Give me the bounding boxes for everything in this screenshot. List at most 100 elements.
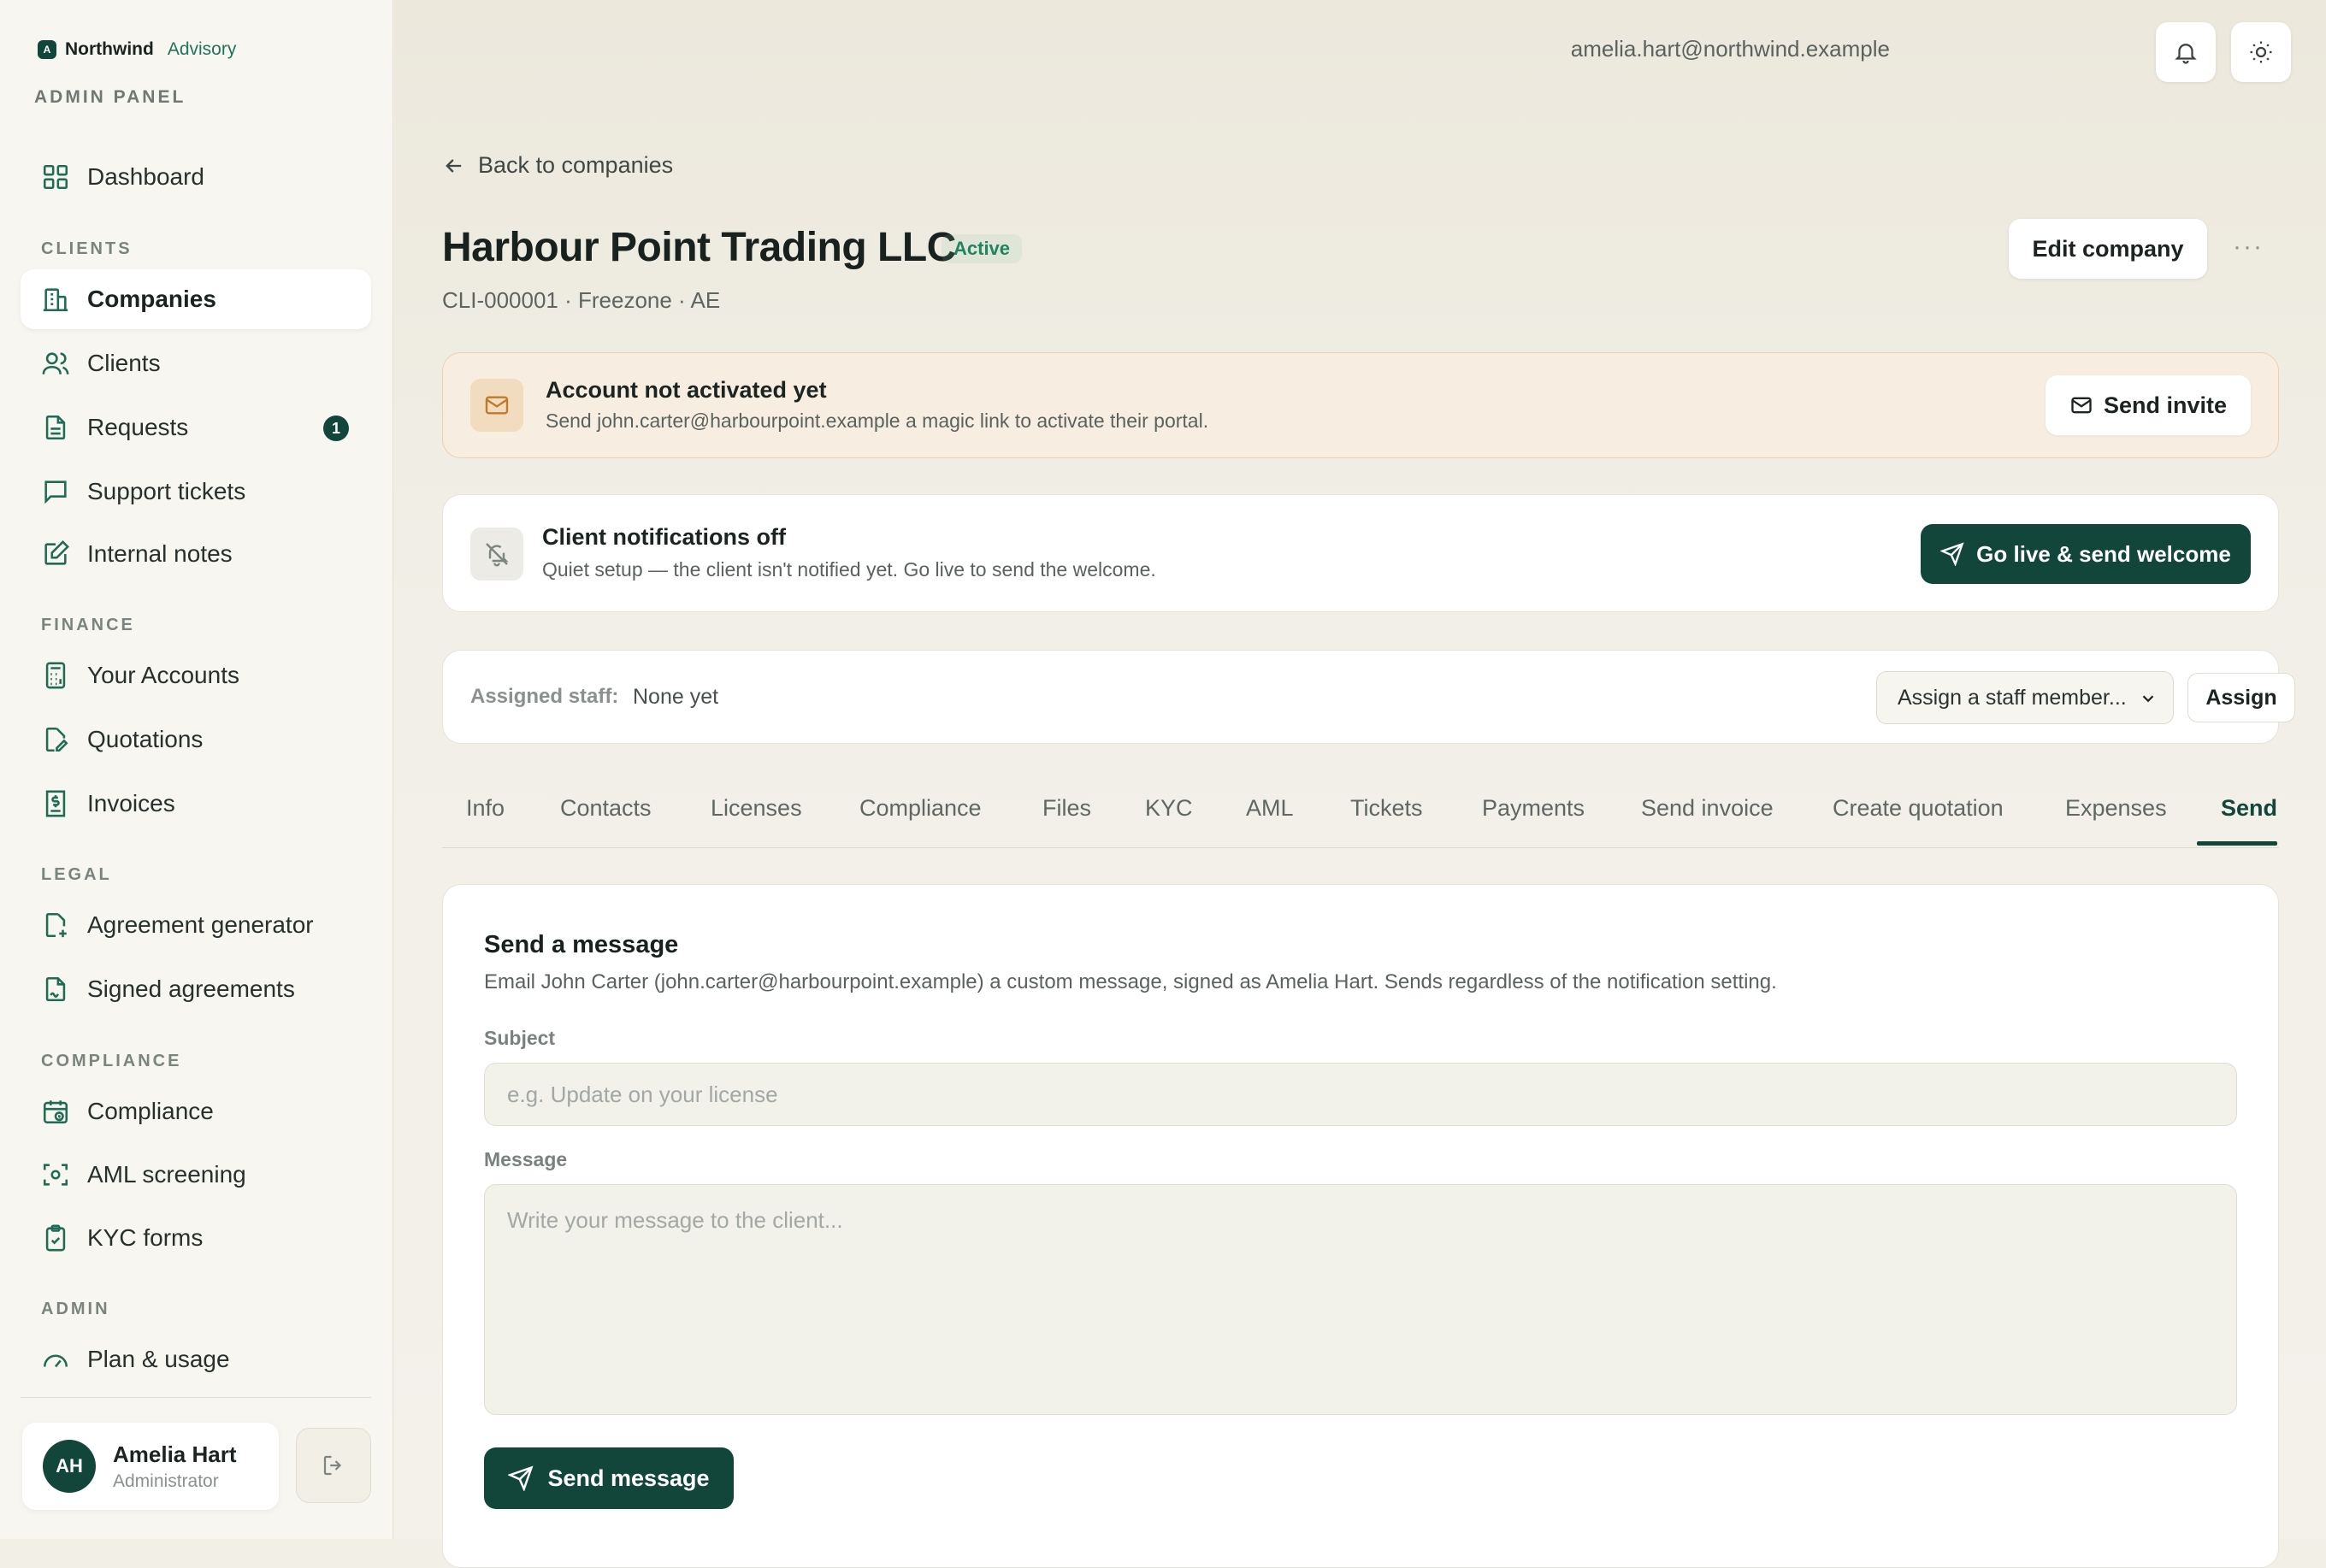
- file-signature-icon: [41, 975, 70, 1004]
- tab-tickets[interactable]: Tickets: [1350, 795, 1423, 822]
- calculator-icon: [41, 661, 70, 690]
- page-title: Harbour Point Trading LLC: [442, 225, 956, 270]
- sidebar-item-support-tickets[interactable]: Support tickets: [21, 462, 371, 522]
- tab-aml[interactable]: AML: [1246, 795, 1294, 822]
- sidebar-item-signed-agreements[interactable]: Signed agreements: [21, 959, 371, 1019]
- staff-select[interactable]: Assign a staff member...: [1876, 671, 2174, 724]
- sidebar-item-label: Clients: [87, 350, 161, 376]
- sidebar-item-label: Plan & usage: [87, 1346, 230, 1372]
- tab-send[interactable]: Send: [2221, 795, 2277, 822]
- sidebar-item-label: KYC forms: [87, 1224, 204, 1251]
- send-message-title: Send a message: [484, 931, 679, 958]
- sun-icon: [2248, 39, 2274, 65]
- main-content: amelia.hart@northwind.example Back to co…: [394, 0, 2326, 1568]
- back-to-companies-link[interactable]: Back to companies: [442, 152, 673, 179]
- send-message-description: Email John Carter (john.carter@harbourpo…: [484, 970, 1777, 993]
- sidebar-divider: [21, 1397, 371, 1398]
- edit-company-button[interactable]: Edit company: [2009, 219, 2207, 279]
- users-icon: [41, 349, 70, 378]
- message-label: Message: [484, 1148, 568, 1170]
- alert-title: Account not activated yet: [546, 377, 827, 403]
- sidebar-item-label: Dashboard: [87, 163, 204, 190]
- sidebar-item-plan-usage[interactable]: Plan & usage: [21, 1329, 371, 1389]
- avatar: AH: [43, 1440, 96, 1493]
- send-invite-button[interactable]: Send invite: [2046, 375, 2251, 435]
- sidebar-item-agreement-generator[interactable]: Agreement generator: [21, 895, 371, 955]
- brand-logo: A: [38, 40, 56, 59]
- subject-input[interactable]: [484, 1063, 2237, 1126]
- sidebar-item-label: Internal notes: [87, 540, 233, 567]
- back-link-label: Back to companies: [478, 152, 674, 178]
- dashboard-icon: [41, 162, 70, 192]
- notifications-text: Quiet setup — the client isn't notified …: [542, 558, 1156, 581]
- brand[interactable]: A Northwind Advisory: [38, 39, 236, 60]
- sidebar-item-label: Quotations: [87, 726, 204, 752]
- nav-section-finance: FINANCE: [41, 616, 135, 634]
- tab-send-invoice[interactable]: Send invoice: [1641, 795, 1774, 822]
- staff-select-value: Assign a staff member...: [1898, 685, 2127, 710]
- chevron-down-icon: [2139, 689, 2158, 708]
- sidebar-item-requests[interactable]: Requests 1: [21, 398, 371, 457]
- requests-count-badge: 1: [323, 416, 349, 441]
- sidebar: A Northwind Advisory ADMIN PANEL Dashboa…: [0, 0, 393, 1539]
- tab-payments[interactable]: Payments: [1482, 795, 1585, 822]
- send-message-label: Send message: [547, 1465, 710, 1491]
- send-icon: [508, 1465, 534, 1491]
- calendar-check-icon: [41, 1097, 70, 1126]
- logout-button[interactable]: [296, 1428, 371, 1503]
- go-live-label: Go live & send welcome: [1976, 540, 2231, 567]
- logout-icon: [321, 1453, 346, 1478]
- tab-licenses[interactable]: Licenses: [711, 795, 802, 822]
- building-icon: [41, 285, 70, 314]
- tab-expenses[interactable]: Expenses: [2065, 795, 2167, 822]
- more-options-button[interactable]: ···: [2233, 233, 2264, 262]
- assigned-staff-label: Assigned staff:: [470, 685, 619, 708]
- sidebar-item-internal-notes[interactable]: Internal notes: [21, 524, 371, 584]
- tab-contacts[interactable]: Contacts: [560, 795, 652, 822]
- sidebar-item-kyc-forms[interactable]: KYC forms: [21, 1208, 371, 1268]
- sidebar-item-label: Agreement generator: [87, 911, 314, 938]
- tab-create-quotation[interactable]: Create quotation: [1833, 795, 2004, 822]
- sidebar-item-compliance[interactable]: Compliance: [21, 1082, 371, 1141]
- company-meta: CLI-000001 · Freezone · AE: [442, 287, 721, 313]
- company-tabs: Info Contacts Licenses Compliance Files …: [442, 771, 2279, 848]
- sidebar-item-label: AML screening: [87, 1161, 246, 1188]
- assigned-staff-card: Assigned staff: None yet Assign a staff …: [442, 650, 2295, 744]
- sidebar-item-companies[interactable]: Companies: [21, 269, 371, 329]
- sidebar-item-invoices[interactable]: Invoices: [21, 774, 371, 834]
- notifications-card: Client notifications off Quiet setup — t…: [442, 494, 2279, 612]
- theme-toggle-button[interactable]: [2231, 22, 2291, 82]
- chat-icon: [41, 477, 70, 506]
- active-tab-indicator: [2197, 841, 2277, 846]
- sidebar-item-label: Invoices: [87, 790, 175, 816]
- sidebar-item-dashboard[interactable]: Dashboard: [21, 147, 371, 207]
- clipboard-icon: [41, 1223, 70, 1253]
- notifications-button[interactable]: [2156, 22, 2216, 82]
- sidebar-item-aml-screening[interactable]: AML screening: [21, 1145, 371, 1205]
- tab-info[interactable]: Info: [466, 795, 505, 822]
- go-live-button[interactable]: Go live & send welcome: [1921, 524, 2251, 584]
- assign-button[interactable]: Assign: [2187, 673, 2295, 722]
- file-plus-icon: [41, 911, 70, 940]
- tab-compliance[interactable]: Compliance: [859, 795, 982, 822]
- sidebar-item-label: Companies: [87, 286, 216, 312]
- user-name: Amelia Hart: [113, 1441, 237, 1467]
- mail-icon: [2069, 393, 2093, 417]
- message-textarea[interactable]: [484, 1184, 2237, 1415]
- user-role: Administrator: [113, 1471, 219, 1491]
- send-icon: [1940, 542, 1964, 566]
- sidebar-item-clients[interactable]: Clients: [21, 333, 371, 393]
- sidebar-item-label: Signed agreements: [87, 976, 295, 1002]
- file-edit-icon: [41, 725, 70, 754]
- activation-alert: Account not activated yet Send john.cart…: [442, 352, 2279, 458]
- gauge-icon: [41, 1345, 70, 1374]
- send-invite-label: Send invite: [2103, 392, 2228, 418]
- sidebar-item-your-accounts[interactable]: Your Accounts: [21, 645, 371, 705]
- tab-files[interactable]: Files: [1042, 795, 1091, 822]
- document-icon: [41, 413, 70, 442]
- nav-section-admin: ADMIN: [41, 1300, 110, 1318]
- tab-kyc[interactable]: KYC: [1145, 795, 1193, 822]
- send-message-button[interactable]: Send message: [484, 1447, 734, 1509]
- sidebar-item-quotations[interactable]: Quotations: [21, 710, 371, 769]
- user-card[interactable]: AH Amelia Hart Administrator: [22, 1423, 279, 1510]
